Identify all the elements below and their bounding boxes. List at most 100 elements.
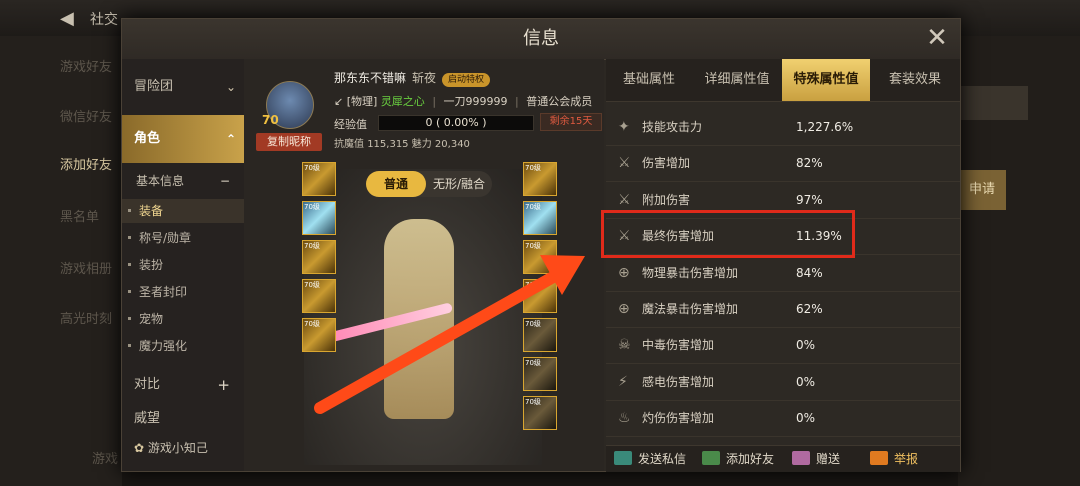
equipment-slot[interactable]: 70级 [523,240,557,274]
equipment-slot[interactable]: 70级 [523,396,557,430]
nav-item-equipment[interactable]: 装备 [122,199,244,223]
tab-detail[interactable]: 详细属性值 [692,59,782,101]
background-item: 游戏好友 [60,60,113,75]
equipment-slot[interactable]: 70级 [302,279,336,313]
nav-item-label: 装扮 [139,258,164,272]
game-helper-link[interactable]: ✿ 游戏小知己 [134,439,208,456]
add-friend-label: 添加好友 [726,452,775,466]
attribute-row: ♨ 灼伤伤害增加 0% [606,400,960,438]
helper-label: 游戏小知己 [147,441,208,455]
report-button[interactable]: 举报 [870,446,918,472]
slot-level: 70级 [525,359,541,367]
attribute-value: 0% [796,338,816,353]
chevron-up-icon: ⌃ [225,132,236,146]
equipment-slot[interactable]: 70级 [302,201,336,235]
attribute-name: 物理暴击伤害增加 [642,265,739,280]
character-name: 那东东不错嘛 [334,71,407,85]
poison-icon: ☠ [618,337,631,354]
attribute-name: 灼伤伤害增加 [642,411,715,426]
alarm-icon [870,451,888,465]
highlight-box [601,210,855,258]
attribute-value: 0% [796,411,816,426]
attribute-name: 魔法暴击伤害增加 [642,302,739,316]
background-item: 高光时刻 [60,312,113,327]
tab-special[interactable]: 特殊属性值 [782,59,870,101]
helper-icon: ✿ [134,441,148,455]
add-friend-button[interactable]: 添加好友 [702,446,774,472]
nav-item-magic[interactable]: 魔力强化 [122,334,244,358]
chevron-down-icon: ⌄ [225,80,236,94]
copy-nickname-button[interactable]: 复制昵称 [256,133,322,151]
nav-item-label: 圣者封印 [139,285,188,299]
mode-normal-tab[interactable]: 普通 [366,171,426,197]
attribute-name: 中毒伤害增加 [642,338,715,353]
nav-group-label: 冒险团 [134,79,174,94]
skill-attack-icon: ✦ [618,119,630,135]
nav-item-label: 宠物 [139,312,164,326]
equipment-slot[interactable]: 70级 [302,240,336,274]
nav-basic-info[interactable]: 基本信息 − [122,169,244,193]
collapse-icon: − [219,174,230,188]
attribute-row: ✦ 技能攻击力 1,227.6% [606,109,960,146]
background-item: 游戏 [92,452,119,467]
character-class: 斩夜 [412,71,437,85]
equipment-slot[interactable]: 70级 [302,162,336,196]
slot-level: 70级 [304,203,320,211]
character-name-row: 那东东不错嘛 斩夜 启动特权 [334,69,491,87]
sword-icon: ↙ [334,95,344,108]
attribute-value: 1,227.6% [796,120,854,134]
nav-group-label: 威望 [134,411,161,426]
crosshair-icon: ⊕ [618,264,630,281]
slot-level: 70级 [304,164,320,172]
background-item: 游戏相册 [60,262,113,277]
equipment-slot[interactable]: 70级 [302,318,336,352]
tab-set[interactable]: 套装效果 [870,59,960,101]
magic-resist-label: 抗魔值 [334,139,364,150]
back-arrow-icon[interactable]: ◀ [60,8,74,29]
gift-button[interactable]: 赠送 [792,446,840,472]
close-icon[interactable]: ✕ [924,25,950,51]
attribute-tabs: 基础属性 详细属性值 特殊属性值 套装效果 [606,59,960,102]
attribute-row: ⚡ 感电伤害增加 0% [606,364,960,401]
slot-level: 70级 [525,281,541,289]
chat-icon [614,451,632,465]
add-user-icon [702,451,720,465]
send-message-button[interactable]: 发送私信 [614,446,686,472]
character-tags: ↙ [物理] 灵犀之心 | 一刀999999 | 普通公会成员 [334,95,593,108]
equipment-slot[interactable]: 70级 [523,357,557,391]
privilege-badge: 启动特权 [442,73,491,87]
crosshair-icon: ⊕ [618,301,630,317]
slot-level: 70级 [304,320,320,328]
fire-icon: ♨ [618,410,631,427]
nav-item-title[interactable]: 称号/勋章 [122,226,244,250]
nav-item-label: 装备 [139,204,164,218]
nav-group-adventure[interactable]: 冒险团 ⌄ [122,67,244,107]
equipment-slot[interactable]: 70级 [523,162,557,196]
equipment-slot[interactable]: 70级 [523,279,557,313]
nav-item-avatar[interactable]: 装扮 [122,253,244,277]
slot-level: 70级 [304,281,320,289]
mode-fusion-tab[interactable]: 无形/融合 [426,171,492,197]
background-title: 社交 [90,12,118,28]
background-item: 添加好友 [60,158,113,173]
equipment-slot[interactable]: 70级 [523,318,557,352]
attribute-name: 技能攻击力 [642,120,703,134]
spirit-tag: 灵犀之心 [380,95,425,108]
appearance-mode-toggle: 普通 无形/融合 [366,171,492,197]
slot-level: 70级 [525,320,541,328]
character-stage [304,169,542,465]
character-level: 70 [262,113,279,127]
nav-group-label: 角色 [134,131,161,146]
nav-item-pet[interactable]: 宠物 [122,307,244,331]
charm-label: 魅力 [411,139,432,150]
lightning-icon: ⚡ [618,373,628,390]
attribute-row: ⊕ 魔法暴击伤害增加 62% [606,291,960,328]
slot-level: 70级 [304,242,320,250]
nav-group-character[interactable]: 角色 ⌃ [122,115,244,163]
slot-level: 70级 [525,398,541,406]
nav-item-seal[interactable]: 圣者封印 [122,280,244,304]
nav-group-prestige[interactable]: 威望 [122,399,244,439]
tab-basic[interactable]: 基础属性 [606,59,692,101]
equipment-slot[interactable]: 70级 [523,201,557,235]
magic-resist-value: 115,315 [367,139,409,150]
